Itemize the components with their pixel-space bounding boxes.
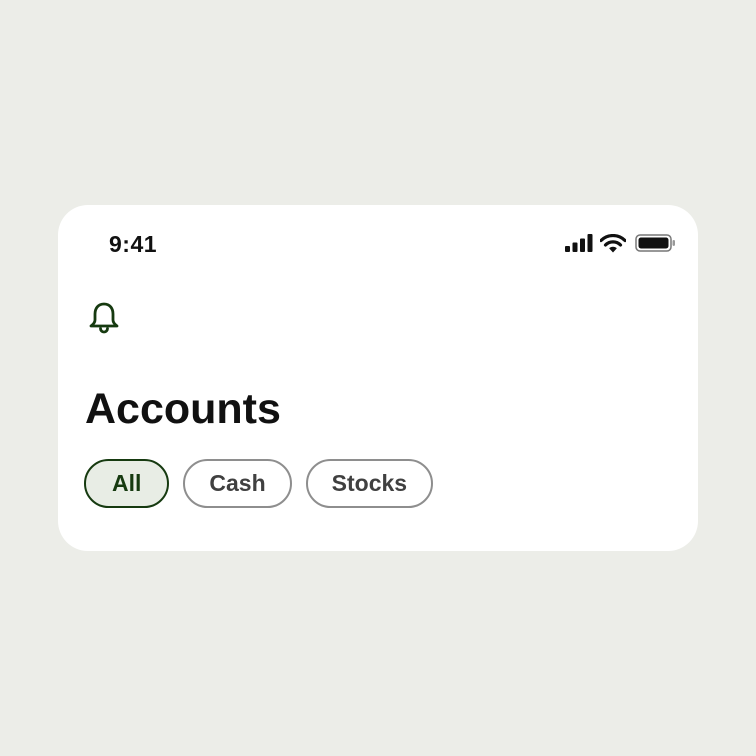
battery-icon <box>635 234 676 252</box>
status-bar-icons <box>565 233 676 253</box>
page-title: Accounts <box>85 385 281 433</box>
status-bar-time: 9:41 <box>109 231 158 257</box>
bell-icon[interactable] <box>86 300 122 336</box>
filter-chip-all[interactable]: All <box>84 459 170 508</box>
wifi-icon <box>600 233 626 253</box>
filter-chip-cash[interactable]: Cash <box>183 459 292 508</box>
filter-chip-stocks[interactable]: Stocks <box>305 459 434 508</box>
cellular-signal-icon <box>565 234 593 252</box>
filter-chips: All Cash Stocks <box>84 459 434 508</box>
accounts-card: 9:41 Accounts All Cash Stocks <box>58 205 698 551</box>
